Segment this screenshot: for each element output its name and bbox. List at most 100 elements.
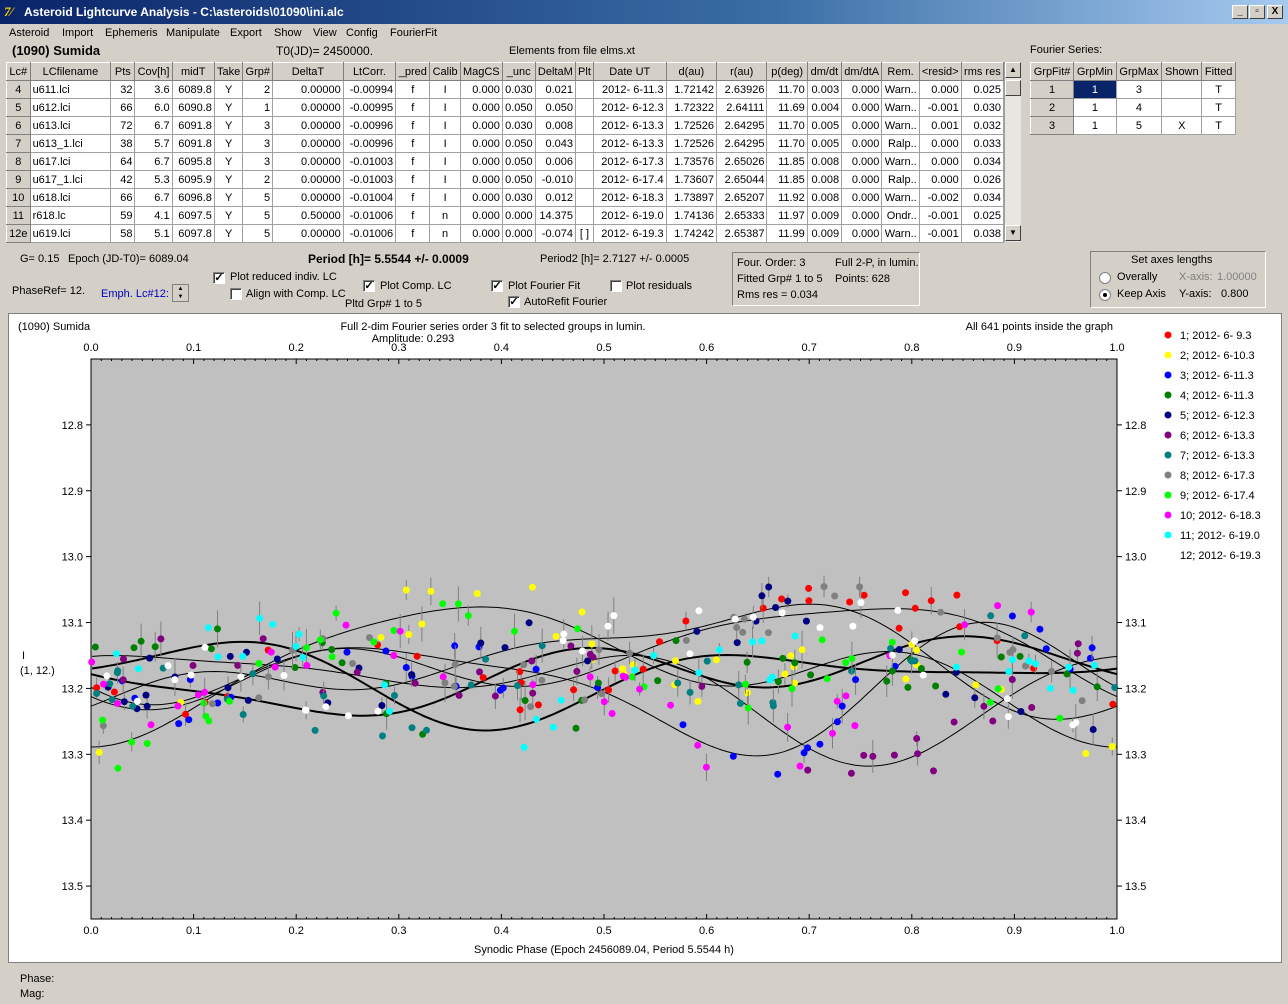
lc-cell[interactable]: f (395, 80, 431, 99)
lc-cell[interactable]: 0.000 (459, 206, 503, 225)
lc-cell[interactable]: Warn.. (881, 98, 920, 117)
lc-cell[interactable]: [ ] (574, 224, 594, 243)
lc-table-row[interactable]: 11 r618.lc 59 4.1 6097.5 Y 5 0.50000 -0.01006 f n 0… (6, 206, 1005, 225)
lc-cell[interactable]: 0.034 (960, 188, 1005, 207)
plot-comp-checkbox[interactable]: ✓ (363, 280, 375, 292)
lc-col-header[interactable]: Pts (110, 62, 136, 81)
lc-col-header[interactable]: LtCorr. (342, 62, 397, 81)
lc-table-row[interactable]: 6 u613.lci 72 6.7 6091.8 Y 3 0.00000 -0.00996 f I 0… (6, 116, 1005, 135)
lc-cell[interactable]: Y (213, 98, 244, 117)
lc-col-header[interactable]: Lc# (6, 62, 31, 81)
lc-cell[interactable]: u618.lci (29, 188, 112, 207)
lc-cell[interactable]: f (395, 98, 431, 117)
lc-cell[interactable]: Y (213, 134, 244, 153)
lc-cell[interactable]: 1.73607 (665, 170, 718, 189)
lc-cell[interactable]: f (395, 188, 431, 207)
fourier-col-header[interactable]: GrpMax (1115, 62, 1163, 81)
lc-cell[interactable]: 0.033 (960, 134, 1005, 153)
lc-cell[interactable]: 1.74242 (665, 224, 718, 243)
lc-cell[interactable]: 0.000 (459, 134, 503, 153)
lc-cell[interactable]: 0.038 (960, 224, 1005, 243)
lc-cell[interactable]: 5.7 (134, 134, 173, 153)
lc-cell[interactable] (574, 116, 594, 135)
scroll-up-icon[interactable]: ▲ (1005, 62, 1021, 78)
lc-cell[interactable]: 2012- 6-17.4 (592, 170, 667, 189)
lc-row-number[interactable]: 12e (6, 224, 31, 243)
lc-cell[interactable]: I (429, 98, 461, 117)
lc-table-row[interactable]: 9 u617_1.lci 42 5.3 6095.9 Y 2 0.00000 -0.01003 f… (6, 170, 1005, 189)
lc-row-number[interactable]: 11 (6, 206, 31, 225)
lc-cell[interactable]: 0.000 (918, 134, 962, 153)
lc-cell[interactable]: 0.000 (841, 98, 883, 117)
lc-cell[interactable]: 2.65387 (716, 224, 768, 243)
lc-col-header[interactable]: DeltaM (534, 62, 576, 81)
fourier-table-row[interactable]: 214 T (1029, 98, 1236, 117)
lc-col-header[interactable]: LCfilename (29, 62, 112, 81)
lc-cell[interactable]: 0.025 (960, 206, 1005, 225)
lc-cell[interactable]: -0.01006 (342, 224, 397, 243)
lc-cell[interactable]: 0.006 (534, 152, 576, 171)
lc-cell[interactable] (574, 170, 594, 189)
lc-cell[interactable]: 0.032 (960, 116, 1005, 135)
lc-cell[interactable]: 0.003 (806, 80, 843, 99)
lc-cell[interactable]: 0.025 (960, 80, 1005, 99)
lc-col-header[interactable]: p(deg) (766, 62, 808, 81)
lc-cell[interactable]: -0.01003 (342, 152, 397, 171)
lc-cell[interactable]: 5 (242, 188, 274, 207)
fourier-table-row[interactable]: 315XT (1029, 116, 1236, 135)
lc-cell[interactable]: -0.010 (534, 170, 576, 189)
lc-cell[interactable]: 1.72142 (665, 80, 718, 99)
lc-cell[interactable]: 2 (242, 80, 274, 99)
lc-col-header[interactable]: dm/dtA (841, 62, 883, 81)
lc-cell[interactable]: 2012- 6-18.3 (592, 188, 667, 207)
lc-cell[interactable]: 11.92 (766, 188, 808, 207)
lc-col-header[interactable]: dm/dt (806, 62, 843, 81)
fourier-cell[interactable] (1161, 80, 1203, 99)
fourier-cell[interactable]: X (1161, 116, 1203, 135)
lc-cell[interactable]: 6091.8 (171, 116, 215, 135)
lc-cell[interactable] (574, 80, 594, 99)
lc-cell[interactable]: f (395, 170, 431, 189)
lc-cell[interactable]: 0.000 (459, 116, 503, 135)
lc-cell[interactable]: 5.1 (134, 224, 173, 243)
lc-cell[interactable]: 0.030 (501, 116, 536, 135)
lc-col-header[interactable]: rms res (960, 62, 1005, 81)
lc-cell[interactable]: 0.012 (534, 188, 576, 207)
lc-cell[interactable]: 3.6 (134, 80, 173, 99)
lc-cell[interactable]: 3 (242, 134, 274, 153)
lc-row-number[interactable]: 5 (6, 98, 31, 117)
lc-col-header[interactable]: DeltaT (272, 62, 344, 81)
fourier-row-number[interactable]: 2 (1029, 98, 1075, 117)
restore-button[interactable]: ▫ (1249, 5, 1265, 19)
lc-cell[interactable]: 2.64295 (716, 116, 768, 135)
lc-cell[interactable]: 1 (242, 98, 274, 117)
align-comp-checkbox[interactable] (230, 288, 242, 300)
fourier-cell[interactable]: 1 (1073, 80, 1117, 99)
lc-row-number[interactable]: 9 (6, 170, 31, 189)
lc-cell[interactable]: I (429, 170, 461, 189)
lc-cell[interactable]: 2 (242, 170, 274, 189)
lc-cell[interactable]: 0.009 (806, 206, 843, 225)
lc-cell[interactable]: f (395, 152, 431, 171)
lc-cell[interactable]: 2.64295 (716, 134, 768, 153)
lc-cell[interactable]: Ralp.. (881, 134, 920, 153)
lc-col-header[interactable]: <resid> (918, 62, 962, 81)
lc-cell[interactable]: 1.72526 (665, 134, 718, 153)
lc-cell[interactable]: u611.lci (29, 80, 112, 99)
lc-cell[interactable]: 6089.8 (171, 80, 215, 99)
lc-cell[interactable]: 0.50000 (272, 206, 344, 225)
lc-col-header[interactable]: Take (213, 62, 244, 81)
lc-cell[interactable] (574, 98, 594, 117)
menu-show[interactable]: Show (274, 27, 302, 39)
lc-col-header[interactable]: _pred (395, 62, 431, 81)
lc-cell[interactable]: Y (213, 188, 244, 207)
lc-cell[interactable]: Warn.. (881, 188, 920, 207)
lc-row-number[interactable]: 7 (6, 134, 31, 153)
lc-cell[interactable]: 0.008 (806, 188, 843, 207)
lc-cell[interactable]: -0.001 (918, 206, 962, 225)
lc-col-header[interactable]: r(au) (716, 62, 768, 81)
lc-cell[interactable]: 0.000 (841, 116, 883, 135)
fourier-table-row[interactable]: 113T (1029, 80, 1236, 99)
menu-asteroid[interactable]: Asteroid (9, 27, 49, 39)
lc-cell[interactable]: 6.7 (134, 188, 173, 207)
